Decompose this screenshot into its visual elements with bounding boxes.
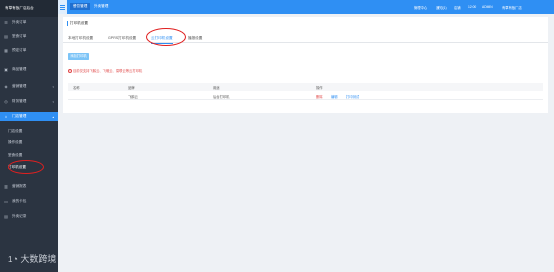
- sidebar-item-label: 营销报表: [12, 184, 27, 188]
- list-icon: ☰: [4, 20, 8, 25]
- watermark: 1◔ 大数跨境: [8, 252, 56, 265]
- sidebar-item-label: 营销管理: [12, 84, 27, 88]
- chevron-down-icon: ▾: [52, 84, 54, 89]
- top-link-notify[interactable]: 通知(1): [436, 5, 447, 10]
- notice-message: 目前仅支持飞鹅云、飞蛾云、易联云等云打印机: [73, 69, 143, 73]
- hamburger-icon: [60, 8, 65, 10]
- sidebar-item-label: 外卖记录: [12, 214, 27, 218]
- chevron-up-icon: ▴: [52, 114, 54, 119]
- add-printer-button[interactable]: 添加打印机: [68, 53, 89, 60]
- tab-broadcast[interactable]: 播报设置: [188, 36, 202, 41]
- sidebar-item-takeout-orders[interactable]: ☰ 外卖订单: [0, 18, 58, 27]
- page-title: 打印机设置: [67, 21, 88, 26]
- doc-icon: ▤: [4, 34, 8, 39]
- column-header-brand: 品牌: [128, 86, 135, 90]
- top-user[interactable]: ADMIN: [482, 5, 493, 9]
- sidebar-subitem-operation-settings[interactable]: 操作设置: [0, 138, 58, 147]
- sidebar-item-label: 门店管理: [12, 114, 27, 118]
- sidebar-item-label: 预定订单: [12, 48, 27, 52]
- record-icon: ▤: [4, 214, 8, 219]
- column-header-name: 名称: [73, 86, 80, 90]
- sidebar-item-store[interactable]: ⌂ 门店管理 ▴: [0, 112, 58, 121]
- sidebar-subitem-store-settings[interactable]: 门店设置: [0, 127, 58, 136]
- watermark-text: 大数跨境: [20, 254, 57, 264]
- top-time: 12:00: [468, 4, 477, 9]
- sidebar: 有草有饭厂店后台 ☰ 外卖订单 ▤ 堂食订单 ▦ 预定订单 ▣ 商品管理 ◈ 营…: [0, 0, 58, 272]
- sidebar-item-cards[interactable]: ▭ 我的卡包: [0, 197, 58, 206]
- sidebar-item-label: 堂食订单: [12, 34, 27, 38]
- sidebar-item-finance[interactable]: ◎ 财务管理 ▾: [0, 97, 58, 106]
- sidebar-item-dinein-orders[interactable]: ▤ 堂食订单: [0, 32, 58, 41]
- chevron-down-icon: ▾: [52, 99, 54, 104]
- cell-brand: 飞鹅云: [128, 94, 138, 99]
- sidebar-item-products[interactable]: ▣ 商品管理: [0, 65, 58, 74]
- sidebar-item-reports[interactable]: ▥ 营销报表: [0, 182, 58, 191]
- delete-link[interactable]: 删除: [316, 94, 323, 99]
- sidebar-item-label: 商品管理: [12, 67, 27, 71]
- tab-local-printer[interactable]: 本地打印机设置: [68, 36, 93, 41]
- warning-icon: !: [68, 69, 72, 73]
- topbar: 餐饮管理 外卖管理 管理中心 通知(1) 店铺 12:00 ADMIN 有草有饭…: [58, 0, 554, 14]
- store-icon: ⌂: [4, 114, 8, 119]
- brand-title: 有草有饭厂店后台: [0, 0, 58, 17]
- top-tab-dining[interactable]: 餐饮管理: [70, 3, 91, 11]
- table-header: 名称 品牌 用途 操作: [68, 83, 543, 91]
- column-header-usage: 用途: [213, 86, 220, 90]
- sidebar-item-label: 我的卡包: [12, 199, 27, 203]
- column-header-actions: 操作: [316, 86, 323, 90]
- sidebar-item-marketing[interactable]: ◈ 营销管理 ▾: [0, 82, 58, 91]
- sidebar-item-reserve-orders[interactable]: ▦ 预定订单: [0, 46, 58, 55]
- top-link-store[interactable]: 店铺: [454, 5, 461, 10]
- card-icon: ▭: [4, 199, 8, 204]
- tag-icon: ◈: [4, 84, 8, 89]
- table-row: 飞鹅云 后台打印机 删除 编辑 打印测试: [68, 91, 543, 100]
- calendar-icon: ▦: [4, 48, 8, 53]
- top-shop-name[interactable]: 有草有饭厂店: [502, 5, 522, 10]
- hamburger-icon: [60, 6, 65, 8]
- watermark-logo-icon: ◔: [12, 254, 18, 264]
- hamburger-icon: [60, 4, 65, 6]
- top-tab-takeout[interactable]: 外卖管理: [92, 4, 110, 9]
- chart-icon: ▥: [4, 184, 8, 189]
- menu-toggle-button[interactable]: [58, 0, 67, 14]
- tab-gprs-printer[interactable]: GPRS打印机设置: [108, 36, 136, 41]
- cell-usage: 后台打印机: [213, 94, 230, 99]
- highlight-circle: [146, 28, 186, 46]
- top-link-manage[interactable]: 管理中心: [414, 5, 427, 10]
- sidebar-item-label: 财务管理: [12, 99, 27, 103]
- settings-tabs: 本地打印机设置 GPRS打印机设置 云打印机设置 播报设置: [63, 33, 548, 44]
- sidebar-item-takeout-records[interactable]: ▤ 外卖记录: [0, 212, 58, 221]
- box-icon: ▣: [4, 67, 8, 72]
- wallet-icon: ◎: [4, 99, 8, 104]
- edit-link[interactable]: 编辑: [331, 94, 338, 99]
- print-test-link[interactable]: 打印测试: [346, 94, 359, 99]
- highlight-circle: [8, 160, 44, 174]
- sidebar-item-label: 外卖订单: [12, 20, 27, 24]
- main-panel: 打印机设置 本地打印机设置 GPRS打印机设置 云打印机设置 播报设置 添加打印…: [63, 17, 548, 113]
- notice-text: ! 目前仅支持飞鹅云、飞蛾云、易联云等云打印机: [68, 68, 142, 73]
- sidebar-subitem-dinein-settings[interactable]: 堂食设置: [0, 151, 58, 160]
